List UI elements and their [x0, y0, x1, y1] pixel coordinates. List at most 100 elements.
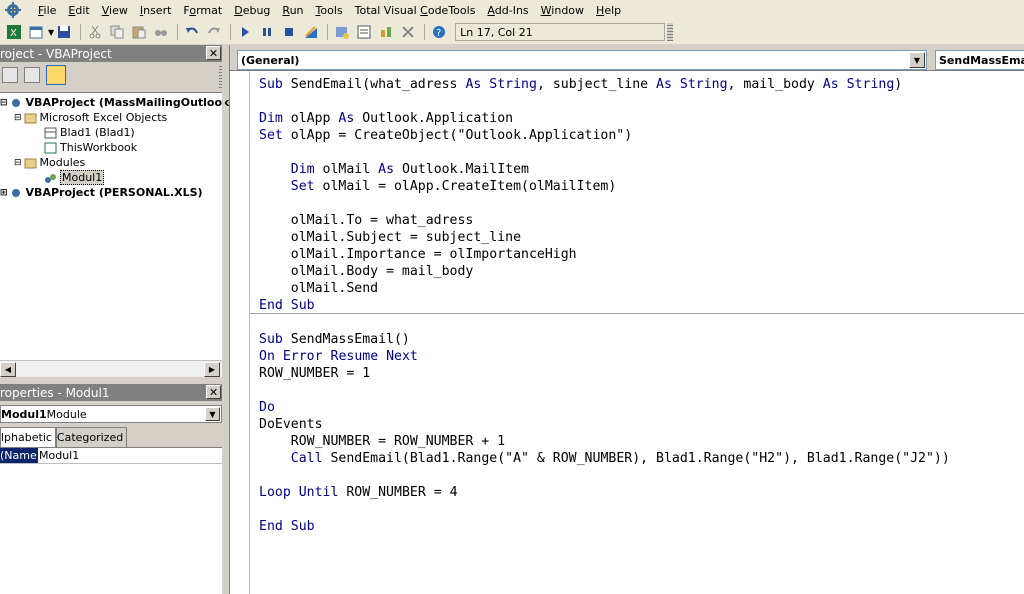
close-icon[interactable]: ✕	[206, 385, 221, 399]
code-line[interactable]: On Error Resume Next	[259, 348, 418, 365]
menu-insert[interactable]: Insert	[140, 4, 172, 17]
code-line[interactable]: olMail.To = what_adress	[259, 212, 474, 229]
run-icon[interactable]	[235, 22, 255, 42]
menu-help[interactable]: Help	[596, 4, 621, 17]
code-line[interactable]: End Sub	[259, 297, 315, 314]
properties-tabs: lphabetic Categorized	[0, 427, 128, 447]
object-browser-icon[interactable]	[376, 22, 396, 42]
pane-splitter[interactable]	[222, 45, 225, 594]
menu-edit[interactable]: Edit	[68, 4, 89, 17]
code-header: (General) ▼ SendMassEmail	[237, 50, 1024, 70]
tab-alphabetic[interactable]: lphabetic	[0, 427, 56, 447]
standard-toolbar: X ▼ ? Ln 17, Col 21	[0, 20, 1024, 44]
code-margin[interactable]	[230, 71, 250, 594]
tree-item-modul1[interactable]: Modul1	[44, 170, 105, 185]
toggle-folders-icon[interactable]	[46, 65, 66, 85]
view-object-icon[interactable]	[24, 67, 40, 83]
design-mode-icon[interactable]	[301, 22, 321, 42]
workbook-icon	[44, 142, 57, 154]
collapse-icon[interactable]: ⊟	[0, 98, 8, 108]
find-icon[interactable]	[151, 22, 171, 42]
code-line[interactable]: Dim olMail As Outlook.MailItem	[259, 161, 529, 178]
toolbar-separator	[230, 24, 232, 40]
code-line[interactable]: olMail.Subject = subject_line	[259, 229, 521, 246]
tree-item-vbaproject-massmailing[interactable]: ⊟ VBAProject (MassMailingOutlook.xl	[0, 95, 244, 110]
tree-item-modules[interactable]: ⊟ Modules	[14, 155, 85, 170]
reset-icon[interactable]	[279, 22, 299, 42]
menu-add-ins[interactable]: Add-Ins	[487, 4, 528, 17]
tree-item-thisworkbook[interactable]: ThisWorkbook	[44, 140, 137, 155]
code-line[interactable]: Set olApp = CreateObject("Outlook.Applic…	[259, 127, 632, 144]
properties-title: roperties - Modul1 ✕	[0, 384, 225, 401]
code-line[interactable]: Set olMail = olApp.CreateItem(olMailItem…	[259, 178, 617, 195]
excel-icon[interactable]: X	[4, 22, 24, 42]
view-code-icon[interactable]	[2, 67, 18, 83]
scroll-left-icon[interactable]: ◀	[0, 362, 16, 377]
copy-icon[interactable]	[107, 22, 127, 42]
code-line[interactable]: DoEvents	[259, 416, 323, 433]
toolbar-grip-icon[interactable]	[667, 23, 674, 41]
toolbox-icon[interactable]	[398, 22, 418, 42]
menu-run[interactable]: Run	[282, 4, 303, 17]
menu-tools[interactable]: Tools	[316, 4, 343, 17]
cursor-position-readout: Ln 17, Col 21	[455, 23, 666, 41]
project-horizontal-scrollbar[interactable]: ◀ ▶	[0, 360, 222, 377]
property-value[interactable]: Modul1	[38, 449, 79, 462]
menu-file[interactable]: File	[38, 4, 56, 17]
toolbar-separator	[424, 24, 426, 40]
properties-object-name: Modul1	[1, 407, 47, 421]
undo-icon[interactable]	[182, 22, 202, 42]
code-line[interactable]: olMail.Importance = olImportanceHigh	[259, 246, 577, 263]
menu-view[interactable]: View	[102, 4, 128, 17]
chevron-down-icon[interactable]: ▼	[909, 52, 925, 68]
code-line[interactable]: Sub SendEmail(what_adress As String, sub…	[259, 76, 902, 93]
close-icon[interactable]: ✕	[206, 46, 221, 60]
scroll-right-icon[interactable]: ▶	[204, 362, 220, 377]
folder-icon	[24, 112, 37, 124]
menu-debug[interactable]: Debug	[234, 4, 270, 17]
app-icon[interactable]	[4, 2, 22, 18]
procedure-select[interactable]: SendMassEmail	[935, 50, 1024, 70]
project-explorer-icon[interactable]	[332, 22, 352, 42]
code-line[interactable]: olMail.Send	[259, 280, 378, 297]
code-window: (General) ▼ SendMassEmail Sub SendEmail(…	[229, 45, 1024, 594]
code-line[interactable]: Do	[259, 399, 275, 416]
tree-item-excel-objects[interactable]: ⊟ Microsoft Excel Objects	[14, 110, 167, 125]
code-line[interactable]: End Sub	[259, 518, 315, 535]
save-icon[interactable]	[54, 22, 74, 42]
properties-icon[interactable]	[354, 22, 374, 42]
code-line[interactable]: Sub SendMassEmail()	[259, 331, 410, 348]
cut-icon[interactable]	[85, 22, 105, 42]
paste-icon[interactable]	[129, 22, 149, 42]
code-line[interactable]: Loop Until ROW_NUMBER = 4	[259, 484, 458, 501]
object-select[interactable]: (General) ▼	[237, 50, 927, 70]
code-line[interactable]: ROW_NUMBER = 1	[259, 365, 370, 382]
menu-total-visual-codetools[interactable]: Total Visual CodeTools	[355, 4, 476, 17]
collapse-icon[interactable]: ⊟	[14, 158, 22, 168]
toolbar-separator	[327, 24, 329, 40]
menu-format[interactable]: Format	[183, 4, 222, 17]
code-line[interactable]: ROW_NUMBER = ROW_NUMBER + 1	[259, 433, 505, 450]
code-line[interactable]: Dim olApp As Outlook.Application	[259, 110, 513, 127]
code-line[interactable]: Call SendEmail(Blad1.Range("A" & ROW_NUM…	[259, 450, 950, 467]
code-editor[interactable]: Sub SendEmail(what_adress As String, sub…	[230, 70, 1024, 594]
menu-window[interactable]: Window	[541, 4, 584, 17]
module-icon	[44, 172, 57, 184]
property-name: (Name)	[0, 448, 42, 463]
tab-categorized[interactable]: Categorized	[55, 427, 128, 447]
tree-item-blad1[interactable]: Blad1 (Blad1)	[44, 125, 135, 140]
insert-module-icon[interactable]	[26, 22, 46, 42]
menu-bar: File Edit View Insert Format Debug Run Tools Tot…	[0, 0, 1024, 20]
tree-item-vbaproject-personal[interactable]: ⊞ VBAProject (PERSONAL.XLS)	[0, 185, 203, 200]
redo-icon[interactable]	[204, 22, 224, 42]
code-line[interactable]: olMail.Body = mail_body	[259, 263, 474, 280]
break-icon[interactable]	[257, 22, 277, 42]
collapse-icon[interactable]: ⊟	[14, 113, 22, 123]
expand-icon[interactable]: ⊞	[0, 188, 8, 198]
properties-object-select[interactable]: Modul1 Module ▼	[0, 405, 222, 423]
object-select-value: (General)	[241, 53, 300, 67]
property-row[interactable]: (Name) Modul1	[0, 448, 222, 464]
chevron-down-icon[interactable]: ▼	[205, 407, 220, 421]
help-icon[interactable]: ?	[429, 22, 449, 42]
project-explorer-title: roject - VBAProject ✕	[0, 45, 225, 62]
